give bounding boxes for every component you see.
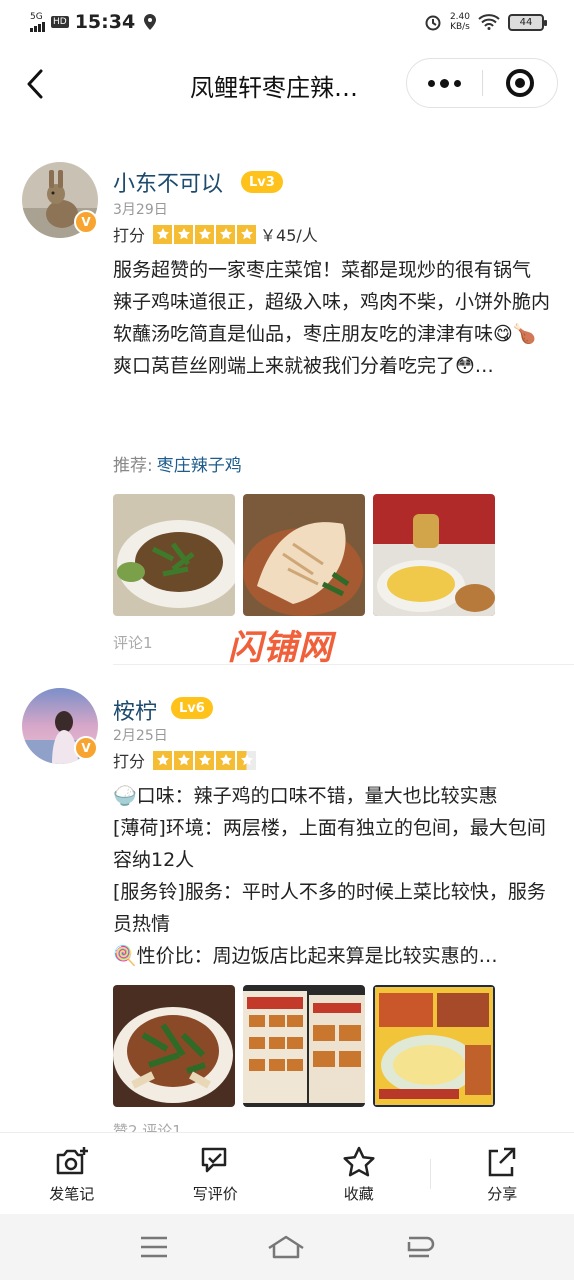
verified-badge-icon: V [74,736,98,760]
write-review-label: 写评价 [192,1185,238,1203]
favorite-button[interactable]: 收藏 [287,1133,431,1214]
review-photo[interactable] [113,985,235,1107]
share-button[interactable]: 分享 [431,1133,574,1214]
review-line: [薄荷]环境：两层楼，上面有独立的包间，最大包间容纳12人 [113,817,546,871]
favorite-label: 收藏 [343,1185,374,1203]
home-icon[interactable] [267,1234,305,1260]
write-review-button[interactable]: 写评价 [144,1133,288,1214]
system-nav-bar [0,1214,574,1280]
half-star-icon [237,750,257,770]
bottom-toolbar: 发笔记 写评价 收藏 分享 [0,1132,574,1214]
rating-label: 打分 [113,752,146,771]
review-line: 🍭性价比：周边饭店比起来算是比较实惠的… [113,945,498,967]
share-icon [489,1147,516,1177]
camera-plus-icon [56,1147,88,1175]
review-date: 2月25日 [113,728,168,744]
post-note-button[interactable]: 发笔记 [0,1133,144,1214]
review-photo[interactable] [373,985,495,1107]
post-note-label: 发笔记 [49,1185,95,1203]
back-nav-icon[interactable] [403,1234,435,1260]
rating-row: 打分 [113,748,257,772]
username[interactable]: 桉柠 [113,694,157,726]
photo-grid [113,985,495,1107]
star-icon [216,750,236,770]
share-label: 分享 [487,1185,518,1203]
star-icon [195,750,215,770]
review-photo[interactable] [243,985,365,1107]
star-icon [153,750,173,770]
review-line: [服务铃]服务：平时人不多的时候上菜比较快，服务员热情 [113,881,546,935]
star-outline-icon [343,1146,375,1177]
toolbar-divider [430,1159,431,1189]
level-badge: Lv6 [171,697,213,719]
edit-review-icon [202,1147,227,1173]
review-line: 🍚口味：辣子鸡的口味不错，量大也比较实惠 [113,785,498,807]
review-text[interactable]: 🍚口味：辣子鸡的口味不错，量大也比较实惠 [薄荷]环境：两层楼，上面有独立的包间… [113,780,553,972]
menu-icon[interactable] [139,1235,169,1259]
star-icon [174,750,194,770]
star-rating [153,750,257,770]
review-card[interactable]: V 桉柠 Lv6 2月25日 打分 🍚口味：辣子鸡的口味不错，量大也比较实惠 [… [0,0,574,1140]
